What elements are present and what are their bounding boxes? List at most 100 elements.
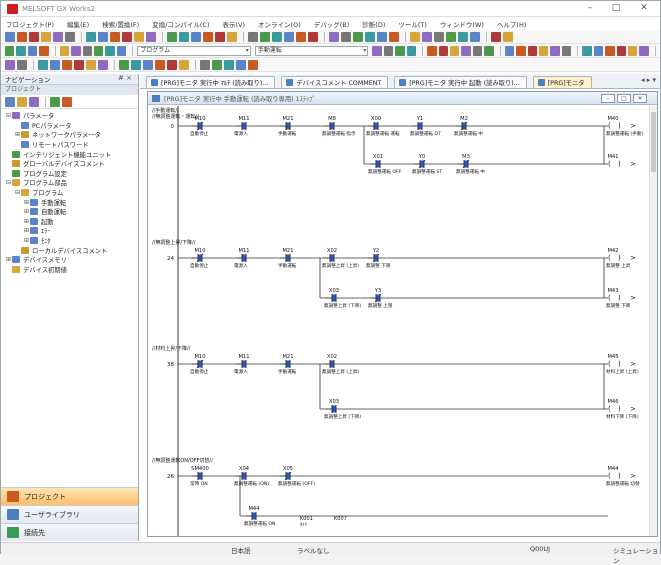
toolbar-button-icon[interactable]	[503, 31, 513, 42]
ladder-rung[interactable]: () > () >	[178, 121, 636, 169]
tree-item[interactable]: インテリジェント機能ユニット	[1, 149, 138, 159]
toolbar-button-icon[interactable]	[5, 31, 15, 42]
toolbar-button-icon[interactable]	[516, 45, 526, 56]
tree-item[interactable]: デバイス初期値	[1, 265, 138, 275]
menu-item-9[interactable]: ウィンドウ(W)	[440, 19, 484, 29]
toolbar-button-icon[interactable]	[17, 31, 27, 42]
toolbar-button-icon[interactable]	[248, 59, 258, 70]
toolbar-button-icon[interactable]	[86, 59, 96, 70]
menu-item-5[interactable]: オンライン(O)	[258, 19, 301, 29]
nav-footer-1[interactable]: ユーザライブラリ	[1, 505, 138, 523]
ladder-minimize-button[interactable]: –	[601, 94, 615, 103]
toolbar-button-icon[interactable]	[582, 45, 592, 56]
toolbar-button-icon[interactable]	[98, 31, 108, 42]
toolbar-button-icon[interactable]	[119, 59, 129, 70]
tree-expander-icon[interactable]: ⊞	[23, 199, 30, 206]
toolbar-button-icon[interactable]	[284, 31, 294, 42]
tree-expander-icon[interactable]: ⊟	[5, 179, 12, 186]
toolbar-button-icon[interactable]	[224, 59, 234, 70]
toolbar-button-icon[interactable]	[203, 31, 213, 42]
tree-item[interactable]: グローバルデバイスコメント	[1, 159, 138, 169]
tree-expander-icon[interactable]: ⊞	[14, 131, 21, 138]
tree-item[interactable]: ローカルデバイスコメント	[1, 245, 138, 255]
toolbar-button-icon[interactable]	[167, 59, 177, 70]
tree-expander-icon[interactable]: ⊟	[14, 189, 21, 196]
menu-item-7[interactable]: 診断(D)	[362, 19, 385, 29]
toolbar-button-icon[interactable]	[395, 45, 405, 56]
toolbar-button-icon[interactable]	[215, 31, 225, 42]
toolbar-button-icon[interactable]	[383, 45, 394, 56]
toolbar-button-icon[interactable]	[341, 31, 351, 42]
toolbar-button-icon[interactable]	[53, 31, 63, 42]
toolbar-button-icon[interactable]	[406, 45, 417, 56]
toolbar-button-icon[interactable]	[227, 31, 237, 42]
tree-expander-icon[interactable]: ⊞	[23, 237, 30, 244]
ladder-vertical-scrollbar[interactable]	[649, 106, 657, 536]
toolbar-button-icon[interactable]	[71, 45, 81, 56]
toolbar-button-icon[interactable]	[236, 59, 246, 70]
ladder-diagram[interactable]: () > () > //手動運転////無調整運転・運転// 0 M10 自動停止 M11 電源入…	[148, 106, 648, 536]
tree-item[interactable]: リモートパスワード	[1, 140, 138, 150]
tab-scroll-buttons[interactable]: ◂ ▸ ▾	[641, 76, 656, 84]
tree-item[interactable]: ⊟ プログラム部品	[1, 178, 138, 188]
toolbar-button-icon[interactable]	[389, 31, 399, 42]
toolbar-button-icon[interactable]	[639, 45, 649, 56]
tree-item[interactable]: PCパラメータ	[1, 121, 138, 131]
nav-expand-icon[interactable]	[29, 96, 39, 107]
toolbar-button-icon[interactable]	[470, 31, 480, 42]
toolbar-button-icon[interactable]	[329, 31, 339, 42]
toolbar-button-icon[interactable]	[422, 31, 432, 42]
tree-expander-icon[interactable]: ⊞	[23, 208, 30, 215]
toolbar-button-icon[interactable]	[605, 45, 615, 56]
toolbar-button-icon[interactable]	[504, 45, 515, 56]
toolbar-button-icon[interactable]	[491, 31, 501, 42]
toolbar-button-icon[interactable]	[377, 31, 387, 42]
tree-expander-icon[interactable]: ⊞	[5, 256, 12, 263]
toolbar-button-icon[interactable]	[39, 45, 49, 56]
tree-item[interactable]: ⊞ 自動運転	[1, 207, 138, 217]
toolbar-button-icon[interactable]	[550, 45, 560, 56]
tree-expander-icon[interactable]: ⊞	[23, 227, 30, 234]
nav-folder-icon[interactable]	[17, 96, 27, 107]
toolbar-button-icon[interactable]	[116, 45, 127, 56]
tab-2[interactable]: [PRG]モニタ 実行中 起動 (読み取り)...	[394, 76, 527, 88]
tree-item[interactable]: ⊞ ﾓﾆﾀ	[1, 236, 138, 246]
tree-item[interactable]: ⊞ ネットワークパラメータ	[1, 130, 138, 140]
toolbar-button-icon[interactable]	[41, 31, 51, 42]
toolbar-button-icon[interactable]	[17, 59, 27, 70]
nav-sort-icon[interactable]	[62, 96, 72, 107]
toolbar-button-icon[interactable]	[191, 31, 201, 42]
menu-item-2[interactable]: 検索/置換(F)	[102, 19, 139, 29]
toolbar-button-icon[interactable]	[248, 31, 258, 42]
toolbar-button-icon[interactable]	[143, 59, 153, 70]
toolbar-button-icon[interactable]	[134, 31, 144, 42]
toolbar-button-icon[interactable]	[105, 45, 115, 56]
toolbar-button-icon[interactable]	[29, 31, 39, 42]
toolbar-button-icon[interactable]	[472, 45, 483, 56]
toolbar-button-icon[interactable]	[5, 45, 15, 56]
toolbar-button-icon[interactable]	[146, 31, 156, 42]
toolbar-button-icon[interactable]	[179, 31, 189, 42]
menu-item-8[interactable]: ツール(T)	[398, 19, 427, 29]
nav-filter-icon[interactable]	[50, 96, 60, 107]
toolbar-button-icon[interactable]	[122, 31, 132, 42]
toolbar-button-icon[interactable]	[616, 45, 626, 56]
toolbar-button-icon[interactable]	[308, 31, 318, 42]
nav-new-icon[interactable]	[5, 96, 15, 107]
toolbar-button-icon[interactable]	[155, 59, 165, 70]
tree-item[interactable]: プログラム設定	[1, 169, 138, 179]
toolbar-button-icon[interactable]	[427, 45, 437, 56]
tree-item[interactable]: ⊞ 起動	[1, 217, 138, 227]
toolbar-button-icon[interactable]	[438, 45, 448, 56]
toolbar-button-icon[interactable]	[446, 31, 456, 42]
nav-footer-2[interactable]: 接続先	[1, 523, 138, 541]
toolbar-button-icon[interactable]	[179, 59, 189, 70]
toolbar-button-icon[interactable]	[593, 45, 604, 56]
toolbar-button-icon[interactable]	[74, 59, 84, 70]
menu-item-3[interactable]: 変換/コンパイル(C)	[152, 19, 209, 29]
toolbar-button-icon[interactable]	[98, 59, 108, 70]
toolbar-button-icon[interactable]	[200, 59, 210, 70]
toolbar-button-icon[interactable]	[94, 45, 104, 56]
tree-expander-icon[interactable]: ⊟	[5, 112, 12, 119]
toolbar-button-icon[interactable]	[50, 59, 60, 70]
